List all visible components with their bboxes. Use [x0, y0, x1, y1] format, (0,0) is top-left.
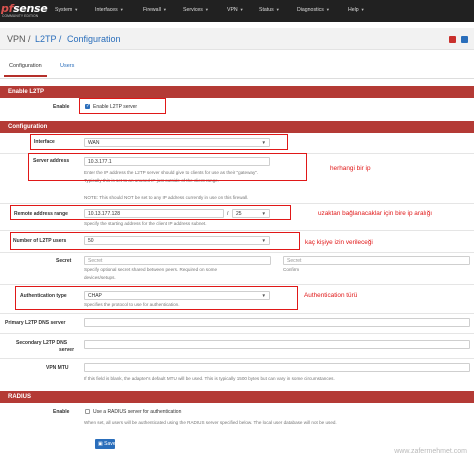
annotation-server-address: herhangi bir ip — [330, 165, 371, 172]
vpn-mtu-input[interactable] — [84, 363, 470, 372]
caret-down-icon: ▼ — [275, 7, 280, 12]
breadcrumb-vpn: VPN / — [7, 34, 31, 44]
row-divider — [0, 230, 474, 231]
nav-help[interactable]: Help ▼ — [348, 7, 365, 13]
tab-bar: Configuration Users — [0, 57, 474, 79]
help-icon[interactable] — [461, 36, 468, 43]
save-icon: ▣ — [98, 441, 103, 447]
nav-label: Help — [348, 7, 359, 13]
highlight-box — [30, 134, 288, 150]
radius-enable-label: Enable — [53, 409, 70, 415]
annotation-num-users: kaç kişiye izin verileceği — [305, 239, 373, 246]
nav-label: Interfaces — [95, 7, 118, 13]
secret-input[interactable]: Secret — [84, 256, 271, 265]
logo-edition: COMMUNITY EDITION — [2, 14, 39, 18]
row-divider — [0, 333, 474, 334]
tab-configuration[interactable]: Configuration — [4, 63, 47, 77]
vpn-mtu-label: VPN MTU — [46, 365, 69, 371]
highlight-box — [10, 232, 300, 250]
breadcrumb-icons — [445, 36, 468, 45]
nav-services[interactable]: Services ▼ — [183, 7, 209, 13]
nav-firewall[interactable]: Firewall ▼ — [143, 7, 167, 13]
save-button[interactable]: ▣ Save — [95, 439, 116, 449]
highlight-box — [79, 98, 166, 114]
caret-down-icon: ▼ — [74, 7, 79, 12]
save-label: Save — [104, 441, 116, 447]
row-divider — [0, 358, 474, 359]
secret-placeholder: Secret — [88, 258, 103, 264]
highlight-box — [10, 205, 291, 220]
breadcrumb-configuration[interactable]: Configuration — [67, 34, 121, 44]
enable-label: Enable — [53, 104, 70, 110]
primary-dns-label: Primary L2TP DNS server — [5, 320, 66, 326]
row-divider — [0, 252, 474, 253]
secret-confirm-label: Confirm — [283, 267, 300, 272]
caret-down-icon: ▼ — [325, 7, 330, 12]
caret-down-icon: ▼ — [239, 7, 244, 12]
nav-label: System — [55, 7, 73, 13]
primary-dns-input[interactable] — [84, 318, 470, 327]
pfsense-logo[interactable]: pfsense COMMUNITY EDITION — [0, 1, 48, 21]
radius-checkbox[interactable] — [85, 409, 90, 414]
highlight-box — [15, 286, 298, 310]
secret-label: Secret — [56, 258, 72, 264]
caret-down-icon: ▼ — [119, 7, 124, 12]
secret-confirm-input[interactable]: Secret — [283, 256, 470, 265]
remote-range-help: Specify the starting address for the cli… — [84, 221, 207, 226]
annotation-auth-type: Authentication türü — [304, 292, 358, 299]
secret-help: devices/setups. — [84, 275, 116, 280]
nav-vpn[interactable]: VPN ▼ — [227, 7, 244, 13]
vpn-mtu-help: If this field is blank, the adapter's de… — [84, 376, 335, 381]
panel-header-radius: RADIUS — [0, 391, 474, 403]
secret-confirm-placeholder: Secret — [287, 258, 302, 264]
breadcrumb: VPN / L2TP / Configuration — [0, 28, 474, 50]
nav-label: Status — [259, 7, 274, 13]
top-navbar: pfsense COMMUNITY EDITION System ▼ Interf… — [0, 0, 474, 22]
log-icon[interactable] — [448, 36, 456, 43]
secondary-dns-label: Secondary L2TP DNS — [16, 340, 68, 346]
nav-label: Services — [183, 7, 203, 13]
nav-label: VPN — [227, 7, 238, 13]
caret-down-icon: ▼ — [204, 7, 209, 12]
breadcrumb-l2tp[interactable]: L2TP / — [35, 34, 61, 44]
secondary-dns-input[interactable] — [84, 340, 470, 349]
nav-label: Diagnostics — [297, 7, 324, 13]
row-divider — [0, 203, 474, 204]
nav-label: Firewall — [143, 7, 161, 13]
secret-help: Specify optional secret shared between p… — [84, 267, 218, 272]
row-divider — [0, 313, 474, 314]
nav-status[interactable]: Status ▼ — [259, 7, 280, 13]
nav-interfaces[interactable]: Interfaces ▼ — [95, 7, 124, 13]
secondary-dns-label-cont: server — [59, 347, 75, 353]
radius-checkbox-label: Use a RADIUS server for authentication — [93, 409, 182, 415]
watermark: www.zafermehmet.com — [394, 448, 467, 455]
caret-down-icon: ▼ — [162, 7, 167, 12]
nav-diagnostics[interactable]: Diagnostics ▼ — [297, 7, 330, 13]
radius-help: When set, all users will be authenticate… — [84, 420, 337, 425]
panel-header-configuration: Configuration — [0, 121, 474, 133]
nav-system[interactable]: System ▼ — [55, 7, 78, 13]
annotation-remote-range: uzaktan bağlanacaklar için bire ip aralı… — [318, 210, 433, 217]
panel-header-enable-l2tp: Enable L2TP — [0, 86, 474, 98]
caret-down-icon: ▼ — [360, 7, 365, 12]
server-address-note: NOTE: This should NOT be set to any IP a… — [84, 195, 249, 200]
row-divider — [0, 284, 474, 285]
highlight-box — [28, 153, 307, 181]
tab-users[interactable]: Users — [55, 63, 79, 75]
